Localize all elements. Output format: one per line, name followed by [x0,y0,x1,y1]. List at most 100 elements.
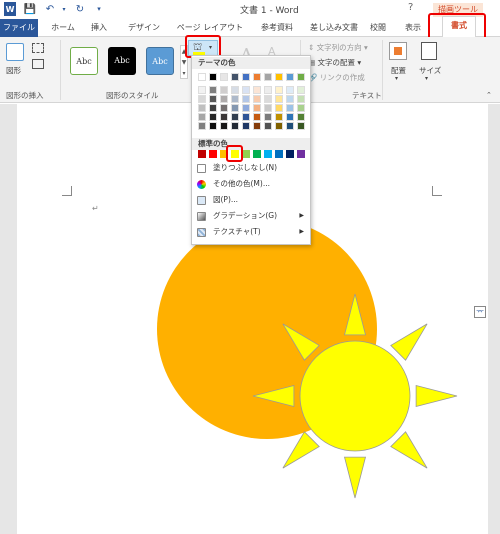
theme-color-swatch[interactable] [198,113,206,121]
tab-view[interactable]: 表示 [398,19,428,37]
tab-mailings[interactable]: 差し込み文書 [306,19,362,37]
theme-color-swatch[interactable] [242,122,250,130]
tab-file[interactable]: ファイル [0,19,38,37]
theme-color-swatch[interactable] [242,113,250,121]
arrange-icon[interactable] [389,42,407,60]
theme-color-swatch[interactable] [242,73,250,81]
texture-fill-item[interactable]: テクスチャ(T) ▶ [192,225,310,239]
text-align-button[interactable]: ▤ 文字の配置 ▾ [308,57,361,68]
undo-dropdown-icon[interactable]: ▾ [60,2,68,16]
theme-color-swatch[interactable] [209,122,217,130]
theme-color-swatch[interactable] [297,95,305,103]
shapes-icon[interactable] [6,43,24,61]
theme-color-swatch[interactable] [209,73,217,81]
picture-fill-item[interactable]: 図(P)... [192,193,310,207]
shapes-button-label[interactable]: 図形 [6,65,21,76]
theme-color-swatch[interactable] [220,104,228,112]
theme-color-swatch[interactable] [275,113,283,121]
theme-color-swatch[interactable] [286,86,294,94]
customize-qat-icon[interactable]: ▾ [94,2,104,16]
theme-color-swatch[interactable] [253,86,261,94]
standard-color-swatch[interactable] [253,150,261,158]
edit-shape-icon[interactable] [32,43,44,53]
tab-insert[interactable]: 挿入 [86,19,112,37]
sun-shape[interactable] [252,293,458,499]
theme-color-swatch[interactable] [286,113,294,121]
theme-color-swatch[interactable] [220,73,228,81]
theme-color-swatch[interactable] [264,86,272,94]
theme-color-swatch[interactable] [297,73,305,81]
tab-design[interactable]: デザイン [124,19,164,37]
theme-color-swatch[interactable] [253,104,261,112]
theme-color-swatch[interactable] [198,104,206,112]
theme-color-swatch[interactable] [253,113,261,121]
theme-color-swatch[interactable] [286,73,294,81]
shape-style-2[interactable]: Abc [108,47,136,75]
theme-color-swatch[interactable] [264,113,272,121]
standard-color-swatch[interactable] [198,150,206,158]
theme-color-swatch[interactable] [209,95,217,103]
chevron-down-icon[interactable]: ▾ [395,75,398,82]
theme-color-swatch[interactable] [297,122,305,130]
theme-color-swatch[interactable] [286,95,294,103]
theme-color-swatch[interactable] [220,122,228,130]
styles-scroll[interactable]: ▲ ▼ ▾ [180,45,188,79]
theme-color-swatch[interactable] [297,104,305,112]
theme-color-swatch[interactable] [198,73,206,81]
standard-color-swatch[interactable] [275,150,283,158]
theme-color-swatch[interactable] [220,95,228,103]
text-direction-button[interactable]: ⇕ 文字列の方向 ▾ [308,42,368,53]
theme-color-swatch[interactable] [242,86,250,94]
undo-icon[interactable]: ↶ [44,2,56,16]
tab-page-layout[interactable]: ページ レイアウト [170,19,250,37]
theme-color-swatch[interactable] [231,86,239,94]
theme-color-swatch[interactable] [198,122,206,130]
tab-review[interactable]: 校閲 [366,19,390,37]
theme-color-swatch[interactable] [231,73,239,81]
tab-format[interactable]: 書式 [442,16,476,37]
tab-home[interactable]: ホーム [46,19,80,37]
theme-color-swatch[interactable] [275,95,283,103]
text-box-icon[interactable] [32,59,44,69]
theme-color-swatch[interactable] [209,113,217,121]
theme-color-swatch[interactable] [264,104,272,112]
create-link-button[interactable]: 🔗 リンクの作成 [308,72,365,83]
theme-color-swatch[interactable] [209,104,217,112]
theme-color-swatch[interactable] [253,95,261,103]
standard-color-swatch[interactable] [220,150,228,158]
theme-color-swatch[interactable] [286,104,294,112]
shape-style-1[interactable]: Abc [70,47,98,75]
theme-color-swatch[interactable] [231,95,239,103]
theme-color-swatch[interactable] [231,122,239,130]
theme-color-swatch[interactable] [220,113,228,121]
theme-color-swatch[interactable] [209,86,217,94]
theme-color-swatch[interactable] [231,113,239,121]
chevron-down-icon[interactable]: ▾ [425,75,428,82]
theme-color-swatch[interactable] [198,86,206,94]
no-fill-item[interactable]: 塗りつぶしなし(N) [192,161,310,175]
theme-color-swatch[interactable] [264,95,272,103]
theme-color-swatch[interactable] [231,104,239,112]
more-colors-item[interactable]: その他の色(M)... [192,177,310,191]
theme-color-swatch[interactable] [253,122,261,130]
save-icon[interactable]: 💾 [24,2,36,16]
tab-references[interactable]: 参考資料 [255,19,299,37]
theme-color-swatch[interactable] [264,73,272,81]
theme-color-swatch[interactable] [275,86,283,94]
theme-color-swatch[interactable] [264,122,272,130]
theme-color-swatch[interactable] [242,104,250,112]
shape-fill-button[interactable]: ⛫ ▾ [188,40,218,56]
standard-color-swatch[interactable] [286,150,294,158]
theme-color-swatch[interactable] [297,113,305,121]
theme-color-swatch[interactable] [275,104,283,112]
size-icon[interactable] [421,42,437,60]
standard-color-swatch[interactable] [297,150,305,158]
help-button[interactable]: ? [408,2,413,13]
size-button-label[interactable]: サイズ [419,65,441,76]
standard-color-swatch[interactable] [231,150,239,158]
standard-color-swatch[interactable] [209,150,217,158]
theme-color-swatch[interactable] [242,95,250,103]
arrange-button-label[interactable]: 配置 [391,65,406,76]
redo-icon[interactable]: ↻ [74,2,86,16]
theme-color-swatch[interactable] [198,95,206,103]
